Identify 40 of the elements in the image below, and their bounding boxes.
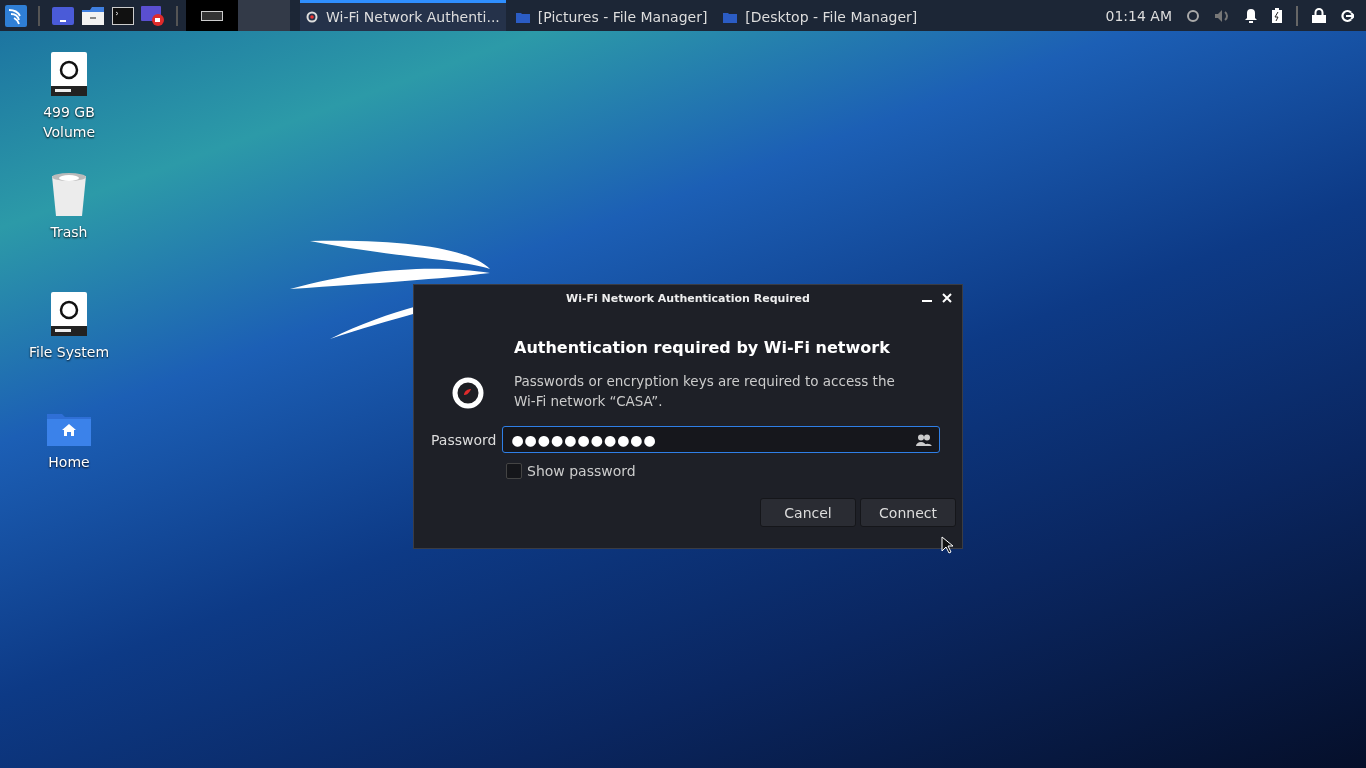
dialog-message: Passwords or encryption keys are required to access the Wi-Fi network “CASA”. (514, 372, 896, 411)
folder-icon (723, 11, 738, 23)
taskbar-button[interactable]: [Desktop - File Manager] (717, 0, 924, 31)
screen-recorder-icon (141, 5, 165, 26)
window-icon (52, 6, 74, 25)
dragon-icon (5, 4, 27, 27)
desktop-icon-label[interactable]: File System (28, 342, 110, 362)
taskbar-button[interactable]: Wi-Fi Network Authenti... (300, 0, 506, 31)
password-label: Password (431, 431, 497, 448)
volume-icon[interactable] (1214, 8, 1230, 23)
window-title: Wi-Fi Network Authentication Required (566, 291, 810, 305)
mouse-cursor-icon (941, 536, 953, 554)
dialog-button[interactable]: Connect (860, 498, 956, 527)
clock-text: 01:14 AM (1105, 7, 1172, 24)
folder-icon (515, 11, 530, 23)
desktop-icon-label[interactable]: Home (48, 452, 90, 472)
folder-icon (82, 6, 104, 25)
dialog-heading: Authentication required by Wi-Fi network (514, 338, 891, 357)
trash-icon[interactable] (51, 172, 87, 216)
password-field[interactable]: ●●●●●●●●●●● (502, 426, 941, 453)
terminal-icon (112, 6, 134, 25)
spinner-icon (1186, 8, 1200, 23)
users-icon[interactable] (916, 434, 933, 446)
bell-icon[interactable] (1244, 8, 1258, 23)
desktop-icon-label[interactable]: Trash (50, 222, 88, 242)
show-password-label[interactable]: Show password (527, 463, 636, 479)
logout-icon[interactable] (1340, 8, 1354, 23)
desktop-icon-label[interactable]: 499 GB Volume (42, 102, 96, 142)
network-icon (306, 11, 318, 23)
workspace-button[interactable] (186, 0, 238, 31)
network-lock-icon (452, 377, 484, 409)
dialog-button[interactable]: Cancel (760, 498, 856, 527)
drive-icon[interactable] (51, 292, 87, 336)
battery-icon[interactable] (1272, 8, 1282, 23)
close-icon[interactable] (942, 293, 952, 303)
show-password-checkbox[interactable] (506, 463, 522, 479)
drive-icon[interactable] (51, 52, 87, 96)
taskbar-button[interactable]: [Pictures - File Manager] (509, 0, 714, 31)
home-folder-icon[interactable] (47, 412, 91, 446)
lock-icon[interactable] (1312, 8, 1326, 23)
